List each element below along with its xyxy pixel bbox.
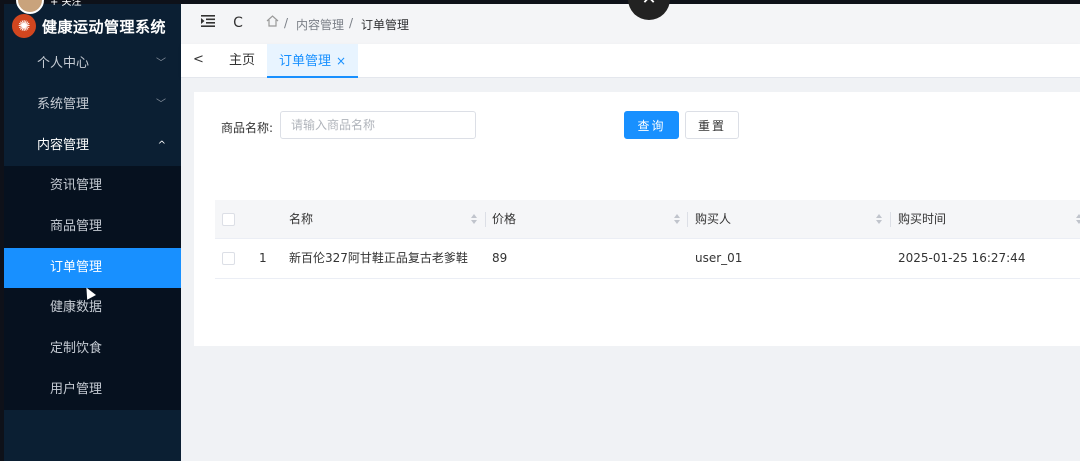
reset-button[interactable]: 重置 — [685, 111, 739, 139]
column-header-time: 购买时间 — [898, 212, 947, 226]
brand-logo-icon: ✺ — [12, 14, 36, 38]
sort-icon[interactable] — [470, 214, 478, 226]
column-header-buyer: 购买人 — [695, 212, 732, 226]
column-header-price: 价格 — [492, 212, 517, 226]
overlay-follow-label[interactable]: + 关注 — [50, 0, 82, 8]
tags-bar: < 主页 订单管理 × — [181, 44, 1080, 78]
sort-icon[interactable] — [875, 214, 883, 226]
main-content: 商品名称: 查询 重置 名称 价格 购买人 购买时间 1 新百 — [181, 78, 1080, 461]
search-label: 商品名称: — [221, 121, 274, 135]
sidebar: ✺ 健康运动管理系统 个人中心 ﹀ 系统管理 ﹀ 内容管理 ^ 资讯管理 商品管… — [4, 4, 181, 461]
tag-orders[interactable]: 订单管理 × — [267, 44, 359, 78]
refresh-icon[interactable]: C — [229, 14, 247, 32]
breadcrumb-current: 订单管理 — [361, 18, 410, 32]
sidebar-subitem-label: 订单管理 — [50, 260, 103, 275]
cell-buyer: user_01 — [695, 251, 743, 265]
column-header-name: 名称 — [289, 212, 314, 226]
sidebar-subitem-label: 商品管理 — [50, 219, 103, 234]
chevron-left-icon[interactable]: < — [193, 52, 204, 67]
row-checkbox[interactable] — [222, 252, 235, 265]
column-divider — [890, 212, 891, 227]
sidebar-subitem-custom-diet[interactable]: 定制饮食 — [4, 329, 181, 369]
sort-icon[interactable] — [1075, 214, 1080, 226]
cell-name: 新百伦327阿甘鞋正品复古老爹鞋 — [289, 251, 468, 265]
orders-table: 名称 价格 购买人 购买时间 1 新百伦327阿甘鞋正品复古老爹鞋 89 use… — [215, 200, 1080, 279]
column-divider — [687, 212, 688, 227]
table-row[interactable]: 1 新百伦327阿甘鞋正品复古老爹鞋 89 user_01 2025-01-25… — [215, 239, 1080, 279]
select-all-checkbox[interactable] — [222, 213, 235, 226]
content-panel: 商品名称: 查询 重置 名称 价格 购买人 购买时间 1 新百 — [194, 92, 1080, 346]
product-name-input[interactable] — [280, 111, 476, 139]
menu-fold-icon[interactable] — [199, 14, 217, 32]
sidebar-item-personal-center[interactable]: 个人中心 ﹀ — [4, 44, 181, 84]
tag-home[interactable]: 主页 — [217, 44, 267, 78]
sort-icon[interactable] — [673, 214, 681, 226]
sidebar-item-system-management[interactable]: 系统管理 ﹀ — [4, 85, 181, 125]
chevron-up-icon: ^ — [157, 140, 166, 151]
sidebar-item-label: 内容管理 — [37, 138, 90, 153]
sidebar-subitem-products[interactable]: 商品管理 — [4, 207, 181, 247]
sidebar-subitem-label: 定制饮食 — [50, 341, 103, 356]
breadcrumb-sep: / — [349, 16, 354, 30]
tag-close-icon[interactable]: × — [336, 54, 346, 68]
sidebar-subitem-news[interactable]: 资讯管理 — [4, 166, 181, 206]
table-header: 名称 价格 购买人 购买时间 — [215, 200, 1080, 239]
tag-label: 主页 — [229, 53, 256, 68]
query-button[interactable]: 查询 — [624, 111, 679, 139]
breadcrumb-item[interactable]: 内容管理 — [296, 16, 344, 33]
sidebar-subitem-label: 用户管理 — [50, 382, 103, 397]
column-divider — [485, 212, 486, 227]
tag-label: 订单管理 — [279, 54, 332, 69]
sidebar-item-label: 个人中心 — [37, 56, 90, 71]
sidebar-item-content-management[interactable]: 内容管理 ^ — [4, 126, 181, 166]
sidebar-subitem-users[interactable]: 用户管理 — [4, 370, 181, 410]
brand-title: 健康运动管理系统 — [42, 18, 167, 36]
cell-price: 89 — [492, 251, 508, 265]
chevron-down-icon: ﹀ — [156, 99, 166, 110]
sidebar-item-label: 系统管理 — [37, 97, 90, 112]
chevron-down-icon: ﹀ — [156, 58, 166, 69]
row-index: 1 — [259, 251, 267, 265]
sidebar-subitem-label: 资讯管理 — [50, 178, 103, 193]
home-icon[interactable] — [263, 14, 281, 32]
cell-time: 2025-01-25 16:27:44 — [898, 251, 1026, 265]
breadcrumb-sep: / — [284, 16, 289, 30]
sidebar-subitem-orders[interactable]: 订单管理 — [4, 248, 181, 288]
